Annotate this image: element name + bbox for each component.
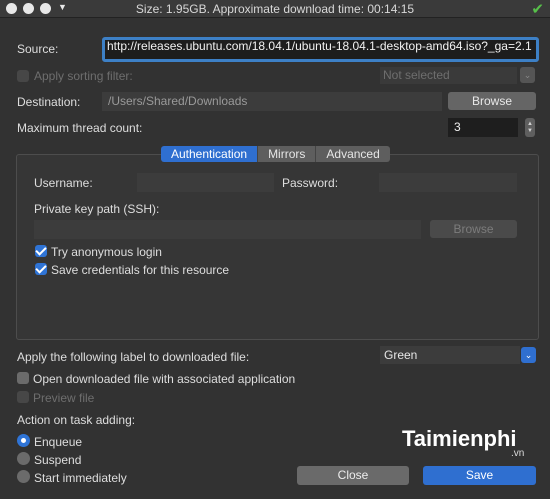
radio-start-immediately-label: Start immediately [34, 471, 127, 485]
save-button[interactable]: Save [423, 466, 536, 485]
password-label: Password: [282, 176, 339, 190]
anonymous-login-label: Try anonymous login [51, 245, 162, 259]
source-url-input[interactable]: http://releases.ubuntu.com/18.04.1/ubunt… [102, 37, 539, 62]
username-label: Username: [34, 176, 93, 190]
stepper-up-icon[interactable]: ▲ [527, 121, 533, 127]
radio-suspend[interactable] [17, 452, 30, 465]
sorting-filter-label: Apply sorting filter: [34, 69, 133, 83]
preview-file-label: Preview file [33, 391, 95, 405]
tab-authentication[interactable]: Authentication [161, 146, 259, 162]
save-credentials-label: Save credentials for this resource [51, 263, 230, 277]
anonymous-login-checkbox[interactable] [35, 245, 47, 257]
radio-start-immediately[interactable] [17, 470, 30, 483]
chevron-down-icon[interactable]: ⌄ [520, 67, 535, 83]
thread-count-input[interactable]: 3 [448, 118, 518, 137]
tab-mirrors[interactable]: Mirrors [258, 146, 317, 162]
title-bar: ▼ Size: 1.95GB. Approximate download tim… [0, 0, 550, 18]
radio-enqueue[interactable] [17, 434, 30, 447]
preview-file-checkbox[interactable] [17, 391, 29, 403]
tab-advanced[interactable]: Advanced [316, 146, 390, 162]
close-button[interactable]: Close [297, 466, 409, 485]
key-path-browse-button[interactable]: Browse [430, 220, 517, 238]
settings-tabs: Authentication Mirrors Advanced [161, 146, 390, 162]
radio-enqueue-label: Enqueue [34, 435, 83, 449]
label-select[interactable]: Green [380, 346, 520, 364]
password-input[interactable] [379, 173, 517, 192]
sorting-filter-select[interactable]: Not selected [380, 67, 517, 84]
chevron-down-icon[interactable]: ⌄ [521, 347, 536, 363]
key-path-input[interactable] [34, 220, 421, 239]
thread-count-stepper[interactable]: ▲ ▼ [525, 118, 535, 137]
destination-browse-button[interactable]: Browse [448, 92, 536, 110]
action-on-add-label: Action on task adding: [17, 413, 136, 427]
stepper-down-icon[interactable]: ▼ [527, 128, 533, 134]
username-input[interactable] [137, 173, 274, 192]
open-with-app-label: Open downloaded file with associated app… [33, 372, 296, 386]
watermark-suffix: .vn [511, 448, 525, 459]
apply-label-label: Apply the following label to downloaded … [17, 350, 250, 364]
checkmark-icon: ✔ [531, 1, 544, 18]
sorting-filter-checkbox[interactable] [17, 70, 29, 82]
key-path-label: Private key path (SSH): [34, 202, 160, 216]
watermark-logo: Taimienphi [402, 426, 517, 451]
source-label: Source: [17, 42, 59, 56]
radio-suspend-label: Suspend [34, 453, 82, 467]
thread-count-label: Maximum thread count: [17, 121, 143, 135]
destination-input[interactable]: /Users/Shared/Downloads [102, 92, 442, 111]
destination-label: Destination: [17, 95, 81, 109]
open-with-app-checkbox[interactable] [17, 372, 29, 384]
save-credentials-checkbox[interactable] [35, 263, 47, 275]
window-title: Size: 1.95GB. Approximate download time:… [135, 2, 415, 16]
